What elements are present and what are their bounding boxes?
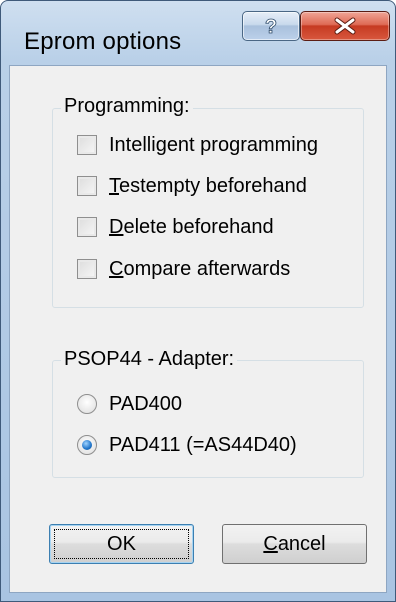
testempty-beforehand-checkbox[interactable] bbox=[77, 176, 97, 196]
question-icon: ? bbox=[264, 16, 277, 39]
testempty-beforehand-option[interactable]: Testempty beforehand bbox=[77, 170, 307, 202]
close-button[interactable] bbox=[300, 11, 390, 41]
intelligent-programming-option[interactable]: Intelligent programming bbox=[77, 129, 318, 161]
svg-text:?: ? bbox=[265, 16, 277, 38]
compare-afterwards-checkbox[interactable] bbox=[77, 259, 97, 279]
pad400-option[interactable]: PAD400 bbox=[77, 388, 182, 420]
close-icon bbox=[334, 17, 356, 35]
pad411-label: PAD411 (=AS44D40) bbox=[109, 433, 297, 456]
window-title: Eprom options bbox=[24, 28, 182, 55]
title-bar[interactable]: Eprom options ? bbox=[1, 1, 395, 65]
delete-beforehand-checkbox[interactable] bbox=[77, 217, 97, 237]
pad411-radio[interactable] bbox=[77, 435, 97, 455]
help-button[interactable]: ? bbox=[242, 11, 300, 41]
pad400-radio[interactable] bbox=[77, 394, 97, 414]
programming-legend: Programming: bbox=[61, 94, 193, 118]
adapter-legend: PSOP44 - Adapter: bbox=[61, 347, 238, 371]
compare-afterwards-option[interactable]: Compare afterwards bbox=[77, 253, 290, 285]
intelligent-programming-label: Intelligent programming bbox=[109, 133, 318, 156]
testempty-beforehand-label: Testempty beforehand bbox=[109, 174, 307, 197]
cancel-button-label: Cancel bbox=[263, 532, 326, 555]
dialog-client-area: Programming: Intelligent programming Tes… bbox=[9, 65, 387, 593]
ok-button[interactable]: OK bbox=[49, 524, 194, 564]
delete-beforehand-option[interactable]: Delete beforehand bbox=[77, 211, 274, 243]
compare-afterwards-label: Compare afterwards bbox=[109, 257, 291, 280]
cancel-button[interactable]: Cancel bbox=[222, 524, 367, 564]
delete-beforehand-label: Delete beforehand bbox=[109, 215, 274, 238]
pad411-option[interactable]: PAD411 (=AS44D40) bbox=[77, 429, 297, 461]
focus-rectangle bbox=[54, 529, 189, 559]
pad400-label: PAD400 bbox=[109, 392, 183, 415]
intelligent-programming-checkbox[interactable] bbox=[77, 135, 97, 155]
dialog-window: Eprom options ? Programming: Intelligent… bbox=[0, 0, 396, 602]
